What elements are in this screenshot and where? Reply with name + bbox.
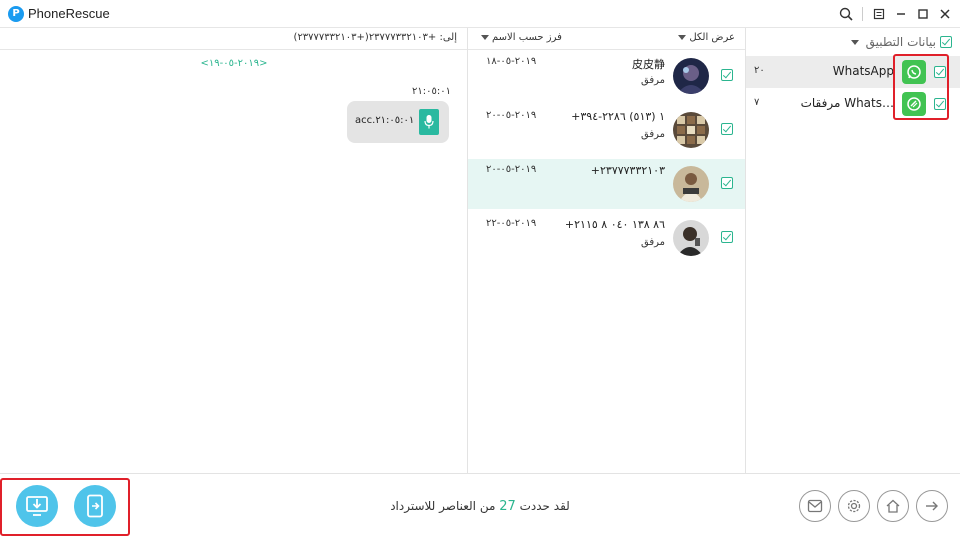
minimize-icon[interactable] — [892, 5, 910, 23]
search-icon[interactable] — [837, 5, 855, 23]
selection-text-after: من العناصر للاسترداد — [390, 499, 496, 513]
conversation-list-panel: عرض الكل فرز حسب الاسم 皮皮静 مرفق ٢٠١٩-٠٥-… — [468, 28, 746, 473]
conversation-row[interactable]: +١ (٥١٣) ٢٢٨٦-٣٩٤ مرفق ٢٠١٩-٠٥-٢٠ — [468, 105, 745, 155]
toolbar-divider — [862, 7, 863, 21]
conversation-name: +٢٣٧٧٧٣٣٢١٠٣ — [590, 164, 665, 177]
conversation-name: 皮皮静 — [632, 58, 665, 71]
category-count: ٧ — [754, 97, 760, 108]
next-button[interactable] — [916, 490, 948, 522]
conversation-checkbox[interactable] — [721, 231, 733, 243]
conversation-list-header: عرض الكل فرز حسب الاسم — [468, 28, 745, 50]
conversation-name: +١ (٥١٣) ٢٢٨٦-٣٩٤ — [571, 110, 665, 123]
show-all-dropdown[interactable]: عرض الكل — [675, 32, 735, 43]
conversation-name: +٨٦ ١٣٨ ٠٤٠ ٨ ٢١١٥ — [564, 218, 665, 231]
sort-dropdown[interactable]: فرز حسب الاسم — [478, 32, 562, 43]
category-header-checkbox[interactable] — [940, 36, 952, 48]
phonerescue-logo-icon: P — [8, 6, 24, 22]
category-title: بيانات التطبيق — [865, 35, 936, 49]
conversation-subtitle: مرفق — [641, 75, 665, 86]
category-count: ٢٠ — [754, 65, 765, 76]
show-all-label: عرض الكل — [689, 32, 735, 43]
title-bar: P PhoneRescue — [0, 0, 960, 28]
chat-date-link[interactable]: <٢٠١٩-٠٥-١٩> — [0, 58, 468, 69]
settings-icon — [847, 499, 861, 513]
conversation-date: ٢٠١٩-٠٥-٢٢ — [486, 218, 537, 229]
message-time: ٢١:٠٥:٠١ — [412, 86, 451, 97]
message-bubble[interactable]: acc.٢١:٠٥:٠١ — [347, 101, 449, 143]
category-label: مرفقات Whats… — [800, 96, 894, 110]
chat-recipient: إلى: +٢٣٧٧٧٣٣٢١٠٣(+٢٣٧٧٧٣٣٢١٠٣) — [293, 32, 457, 43]
conversation-checkbox[interactable] — [721, 177, 733, 189]
conversation-checkbox[interactable] — [721, 123, 733, 135]
sort-label: فرز حسب الاسم — [492, 32, 562, 43]
avatar — [673, 166, 709, 202]
conversation-row[interactable]: +٨٦ ١٣٨ ٠٤٠ ٨ ٢١١٥ مرفق ٢٠١٩-٠٥-٢٢ — [468, 213, 745, 263]
avatar — [673, 112, 709, 148]
chat-panel: إلى: +٢٣٧٧٧٣٣٢١٠٣(+٢٣٧٧٧٣٣٢١٠٣) <٢٠١٩-٠٥… — [0, 28, 468, 473]
close-icon[interactable] — [936, 5, 954, 23]
conversation-date: ٢٠١٩-٠٥-٢٠ — [486, 110, 537, 121]
avatar — [673, 58, 709, 94]
chevron-down-icon — [481, 34, 489, 40]
category-header[interactable]: بيانات التطبيق — [848, 34, 952, 50]
conversation-date: ٢٠١٩-٠٥-٢٠ — [486, 164, 537, 175]
highlight-box — [893, 54, 949, 120]
conversation-date: ٢٠١٩-٠٥-١٨ — [486, 56, 537, 67]
app-title: PhoneRescue — [28, 6, 110, 21]
feedback-icon — [807, 499, 823, 513]
selection-count: 27 — [499, 499, 516, 514]
chat-header: إلى: +٢٣٧٧٧٣٣٢١٠٣(+٢٣٧٧٧٣٣٢١٠٣) — [0, 28, 467, 50]
conversation-subtitle: مرفق — [641, 129, 665, 140]
conversation-subtitle: مرفق — [641, 237, 665, 248]
category-label: WhatsApp — [832, 64, 894, 78]
bottom-bar: لقد حددت 27 من العناصر للاسترداد — [0, 473, 960, 538]
menu-icon[interactable] — [870, 5, 888, 23]
maximize-icon[interactable] — [914, 5, 932, 23]
chevron-down-icon — [678, 34, 687, 40]
next-icon — [926, 501, 938, 511]
conversation-row-selected[interactable]: +٢٣٧٧٧٣٣٢١٠٣ ٢٠١٩-٠٥-٢٠ — [468, 159, 745, 209]
avatar — [673, 220, 709, 256]
chevron-down-icon — [850, 39, 859, 45]
conversation-row[interactable]: 皮皮静 مرفق ٢٠١٩-٠٥-١٨ — [468, 51, 745, 101]
home-button[interactable] — [877, 490, 909, 522]
settings-button[interactable] — [838, 490, 870, 522]
feedback-button[interactable] — [799, 490, 831, 522]
conversation-checkbox[interactable] — [721, 69, 733, 81]
selection-text-before: لقد حددت — [519, 499, 570, 513]
message-text: acc.٢١:٠٥:٠١ — [355, 115, 415, 126]
window-controls — [837, 4, 954, 24]
audio-file-icon[interactable] — [419, 109, 439, 135]
home-icon — [886, 499, 900, 513]
